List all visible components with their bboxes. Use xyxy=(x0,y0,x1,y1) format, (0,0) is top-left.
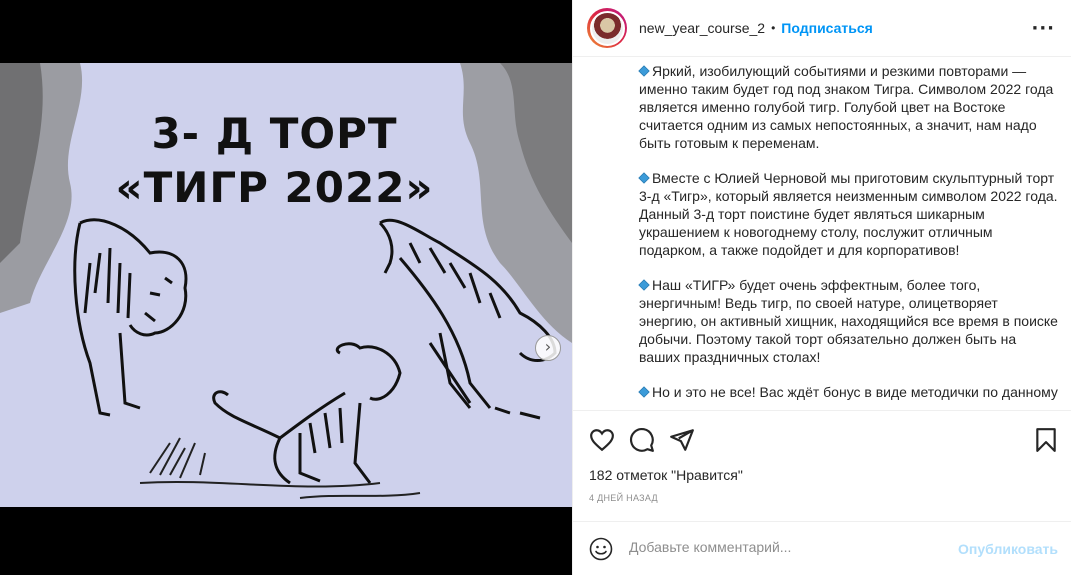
avatar-image xyxy=(589,10,625,46)
diamond-icon xyxy=(638,172,650,184)
caption-paragraph: Вместе с Юлией Черновой мы приготовим ск… xyxy=(638,170,1058,258)
post-header: new_year_course_2 • Подписаться ··· xyxy=(573,0,1071,57)
comment-icon[interactable] xyxy=(629,427,655,453)
post-media: 3- Д ТОРТ «ТИГР 2022» › xyxy=(0,0,572,575)
caption-scroll[interactable]: Яркий, изобилующий событиями и резкими п… xyxy=(573,58,1071,410)
publish-button[interactable]: Опубликовать xyxy=(958,541,1058,557)
diamond-icon xyxy=(638,279,650,291)
post-panel: new_year_course_2 • Подписаться ··· Ярки… xyxy=(572,0,1071,575)
separator-dot: • xyxy=(771,21,776,35)
bookmark-icon[interactable] xyxy=(1033,427,1059,453)
heart-icon[interactable] xyxy=(589,427,615,453)
diamond-icon xyxy=(638,386,650,398)
post-timestamp: 4 ДНЕЙ НАЗАД xyxy=(589,493,658,503)
chevron-right-icon[interactable]: › xyxy=(535,335,561,361)
more-options-icon[interactable]: ··· xyxy=(1031,18,1055,39)
comment-bar: Опубликовать xyxy=(573,521,1071,575)
diamond-icon xyxy=(638,65,650,77)
caption-paragraph: Яркий, изобилующий событиями и резкими п… xyxy=(638,63,1054,151)
avatar[interactable] xyxy=(587,8,627,48)
emoji-icon[interactable] xyxy=(589,537,613,561)
share-icon[interactable] xyxy=(669,427,695,453)
comment-input[interactable] xyxy=(629,539,949,555)
action-bar xyxy=(573,410,1071,466)
caption-paragraph: Наш «ТИГР» будет очень эффектным, более … xyxy=(638,277,1058,365)
post-image[interactable]: 3- Д ТОРТ «ТИГР 2022» › xyxy=(0,63,572,507)
likes-count[interactable]: 182 отметок "Нравится" xyxy=(589,467,743,483)
poster-title-line1: 3- Д ТОРТ xyxy=(151,109,398,158)
follow-button[interactable]: Подписаться xyxy=(781,20,873,36)
username-link[interactable]: new_year_course_2 xyxy=(639,20,765,36)
poster-title-line2: «ТИГР 2022» xyxy=(115,163,434,212)
caption-paragraph: Но и это не все! Вас ждёт бонус в виде м… xyxy=(638,383,1058,401)
